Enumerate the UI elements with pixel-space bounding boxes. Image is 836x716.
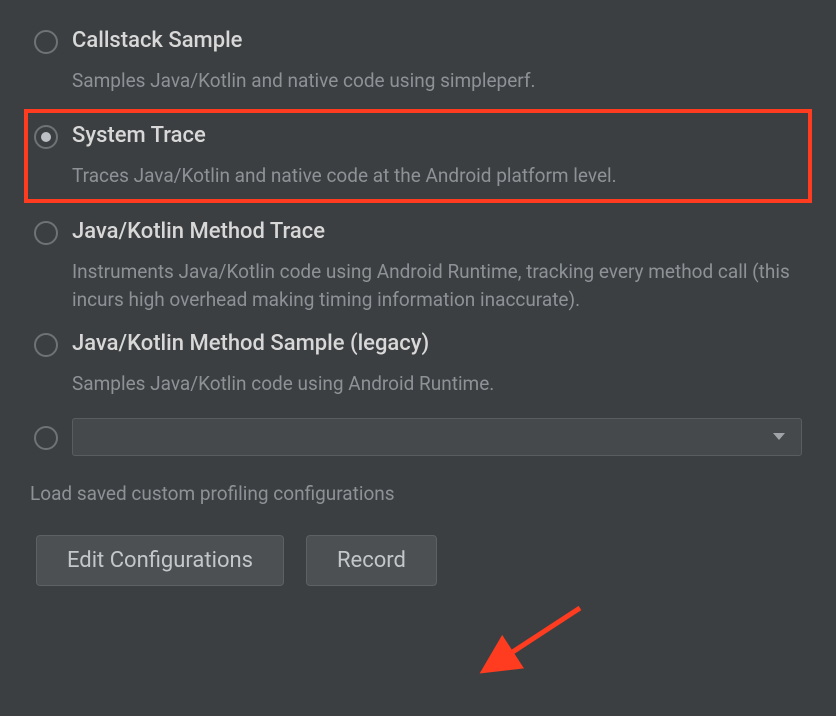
option-title: System Trace <box>72 123 802 148</box>
option-java-kotlin-method-trace[interactable]: Java/Kotlin Method Trace Instruments Jav… <box>28 209 808 321</box>
option-description: Traces Java/Kotlin and native code at th… <box>72 162 802 190</box>
option-text: Java/Kotlin Method Sample (legacy) Sampl… <box>72 331 802 398</box>
option-text: System Trace Traces Java/Kotlin and nati… <box>72 123 802 190</box>
option-description: Instruments Java/Kotlin code using Andro… <box>72 258 802 313</box>
option-title: Java/Kotlin Method Sample (legacy) <box>72 331 802 356</box>
custom-config-dropdown[interactable] <box>72 418 802 456</box>
radio-callstack-sample[interactable] <box>34 30 58 54</box>
record-button[interactable]: Record <box>306 535 437 586</box>
option-title: Java/Kotlin Method Trace <box>72 219 802 244</box>
hint-text: Load saved custom profiling configuratio… <box>28 464 808 505</box>
chevron-down-icon <box>773 433 785 440</box>
option-system-trace[interactable]: System Trace Traces Java/Kotlin and nati… <box>24 109 812 204</box>
button-row: Edit Configurations Record <box>28 505 808 586</box>
annotation-arrow-icon <box>470 596 600 696</box>
radio-system-trace[interactable] <box>34 125 58 149</box>
radio-java-kotlin-method-trace[interactable] <box>34 221 58 245</box>
option-title: Callstack Sample <box>72 28 802 53</box>
option-callstack-sample[interactable]: Callstack Sample Samples Java/Kotlin and… <box>28 18 808 103</box>
radio-java-kotlin-method-sample[interactable] <box>34 333 58 357</box>
edit-configurations-button[interactable]: Edit Configurations <box>36 535 284 586</box>
option-text: Callstack Sample Samples Java/Kotlin and… <box>72 28 802 95</box>
option-description: Samples Java/Kotlin code using Android R… <box>72 370 802 398</box>
custom-config-row <box>28 406 808 464</box>
option-description: Samples Java/Kotlin and native code usin… <box>72 67 802 95</box>
option-text: Java/Kotlin Method Trace Instruments Jav… <box>72 219 802 313</box>
option-java-kotlin-method-sample[interactable]: Java/Kotlin Method Sample (legacy) Sampl… <box>28 321 808 406</box>
radio-custom-config[interactable] <box>34 426 58 450</box>
